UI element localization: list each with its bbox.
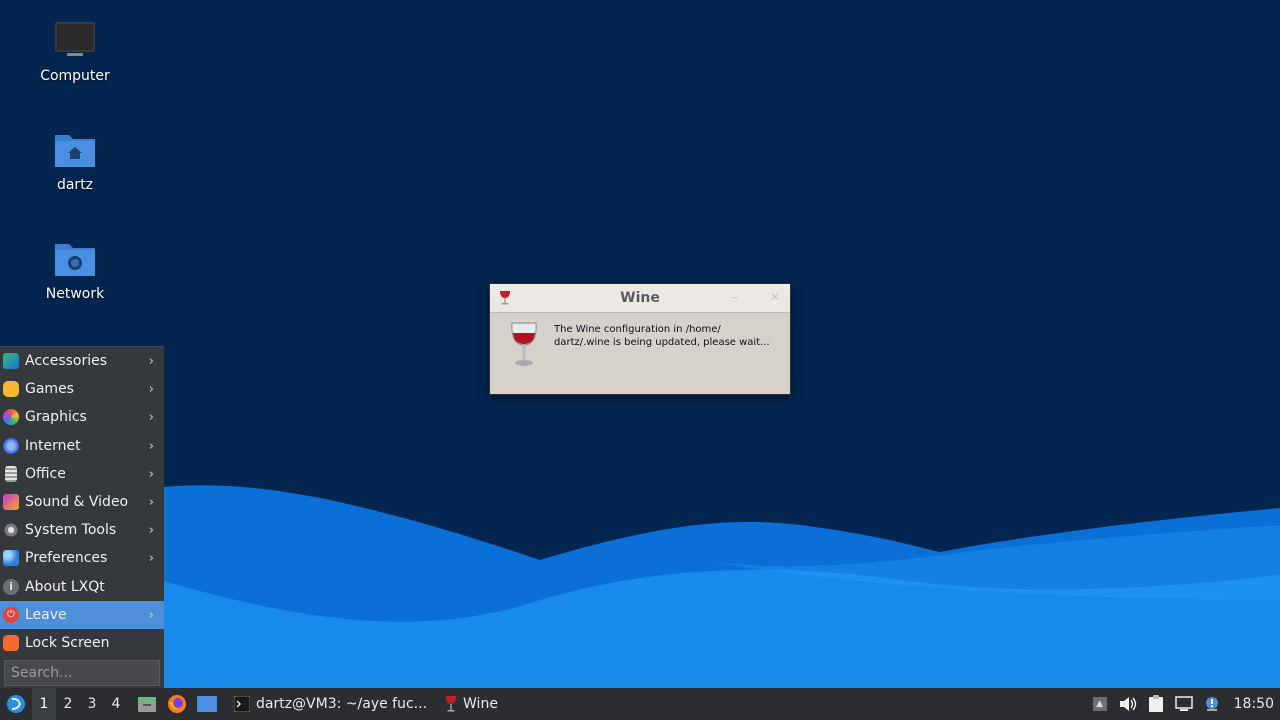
system-tray: ▲ 18:50 [1086,688,1280,720]
menu-item-accessories[interactable]: Accessories › [0,347,164,375]
desktop-switch-4[interactable]: 4 [104,688,128,720]
clipboard-icon [1148,695,1163,712]
firefox-launcher[interactable] [162,688,192,720]
wine-icon [446,696,457,712]
lxqt-logo-icon [7,695,25,713]
menu-item-label: Internet [25,437,81,454]
volume-icon [1119,697,1136,711]
menu-item-internet[interactable]: Internet › [0,432,164,460]
taskbar[interactable]: 1 2 3 4 dartz@VM3: ~/aye fuc... Wine ▲ 1… [0,688,1280,720]
menu-item-label: Accessories [25,353,108,370]
lock-icon [3,634,19,651]
wine-titlebar[interactable]: Wine – ✕ [490,284,790,313]
clipboard-button[interactable] [1142,695,1170,713]
menu-item-label: Lock Screen [25,634,110,651]
desktop-switch-2[interactable]: 2 [56,688,80,720]
menu-item-games[interactable]: Games › [0,375,164,403]
desktop-icon-computer[interactable]: Computer [20,18,130,84]
menu-item-label: Leave [25,606,67,623]
menu-item-system-tools[interactable]: System Tools › [0,516,164,544]
desktop-icon-dartz[interactable]: dartz [20,127,130,193]
minimize-button[interactable]: – [728,290,742,304]
system-tools-icon [3,522,19,539]
graphics-icon [3,409,19,426]
menu-item-label: Sound & Video [25,494,129,511]
menu-item-preferences[interactable]: Preferences › [0,544,164,572]
menu-item-label: Games [25,381,74,398]
chevron-right-icon: › [148,607,154,623]
tray-expand-button[interactable]: ▲ [1086,697,1114,711]
chevron-up-icon: ▲ [1092,697,1107,711]
home-folder-icon [55,135,95,167]
start-menu[interactable]: Accessories › Games › Graphics › Interne… [0,346,164,688]
menu-item-label: About LXQt [25,578,105,595]
menu-item-label: System Tools [25,522,117,539]
chevron-right-icon: › [148,410,154,426]
terminal-icon [234,696,250,712]
start-menu-button[interactable] [0,688,32,720]
wine-icon [500,291,510,305]
chevron-right-icon: › [148,523,154,539]
chevron-right-icon: › [148,494,154,510]
sound-video-icon [3,494,19,511]
wine-dialog-title: Wine [620,290,660,306]
close-button[interactable]: ✕ [768,290,782,304]
network-icon [1174,696,1193,711]
games-icon [3,381,19,398]
firefox-icon [168,695,186,713]
menu-item-label: Office [25,465,66,482]
network-button[interactable] [1170,696,1198,712]
menu-item-about-lxqt[interactable]: i About LXQt [0,573,164,601]
menu-item-office[interactable]: Office › [0,460,164,488]
chevron-right-icon: › [148,382,154,398]
network-folder-icon [55,244,95,276]
task-label: Wine [463,696,498,712]
chevron-right-icon: › [148,438,154,454]
file-manager-icon [138,697,156,712]
desktop-switch-3[interactable]: 3 [80,688,104,720]
menu-item-label: Preferences [25,550,108,567]
computer-icon [55,22,95,56]
file-manager-launcher[interactable] [132,688,162,720]
message-line: The Wine configuration in /home/ [554,324,721,335]
wine-dialog-message: The Wine configuration in /home/ dartz/.… [554,323,774,369]
desktop-icon-network[interactable]: Network [20,236,130,302]
info-icon: i [3,578,19,595]
menu-item-label: Graphics [25,409,87,426]
desktop-icon-label: dartz [56,177,94,193]
desktop-icon [197,696,217,712]
message-line: dartz/.wine is being updated, please wai… [554,337,770,348]
volume-button[interactable] [1114,696,1142,712]
chevron-right-icon: › [148,466,154,482]
wine-dialog-window[interactable]: Wine – ✕ The Wine configuration in /home… [489,283,791,395]
menu-item-graphics[interactable]: Graphics › [0,403,164,431]
chevron-right-icon: › [148,354,154,369]
chevron-right-icon: › [148,551,154,567]
accessories-icon [3,353,19,370]
clock[interactable]: 18:50 [1226,696,1280,712]
notification-icon [1205,697,1218,711]
desktop-switch-1[interactable]: 1 [32,688,56,720]
desktop-icon-label: Network [45,286,105,302]
task-terminal[interactable]: dartz@VM3: ~/aye fuc... [228,688,433,720]
power-icon: ⏻ [3,606,19,623]
show-desktop-button[interactable] [192,688,222,720]
wine-glass-icon [511,322,537,366]
menu-item-sound-video[interactable]: Sound & Video › [0,488,164,516]
desktop-icon-label: Computer [40,68,110,84]
menu-item-lock-screen[interactable]: Lock Screen [0,629,164,657]
menu-item-leave[interactable]: ⏻ Leave › [0,600,164,629]
notification-button[interactable] [1198,696,1226,712]
task-wine[interactable]: Wine [439,688,504,720]
preferences-icon [3,550,19,567]
menu-search-input[interactable] [4,660,160,686]
internet-icon [3,437,19,454]
office-icon [5,465,17,482]
task-label: dartz@VM3: ~/aye fuc... [256,696,428,712]
